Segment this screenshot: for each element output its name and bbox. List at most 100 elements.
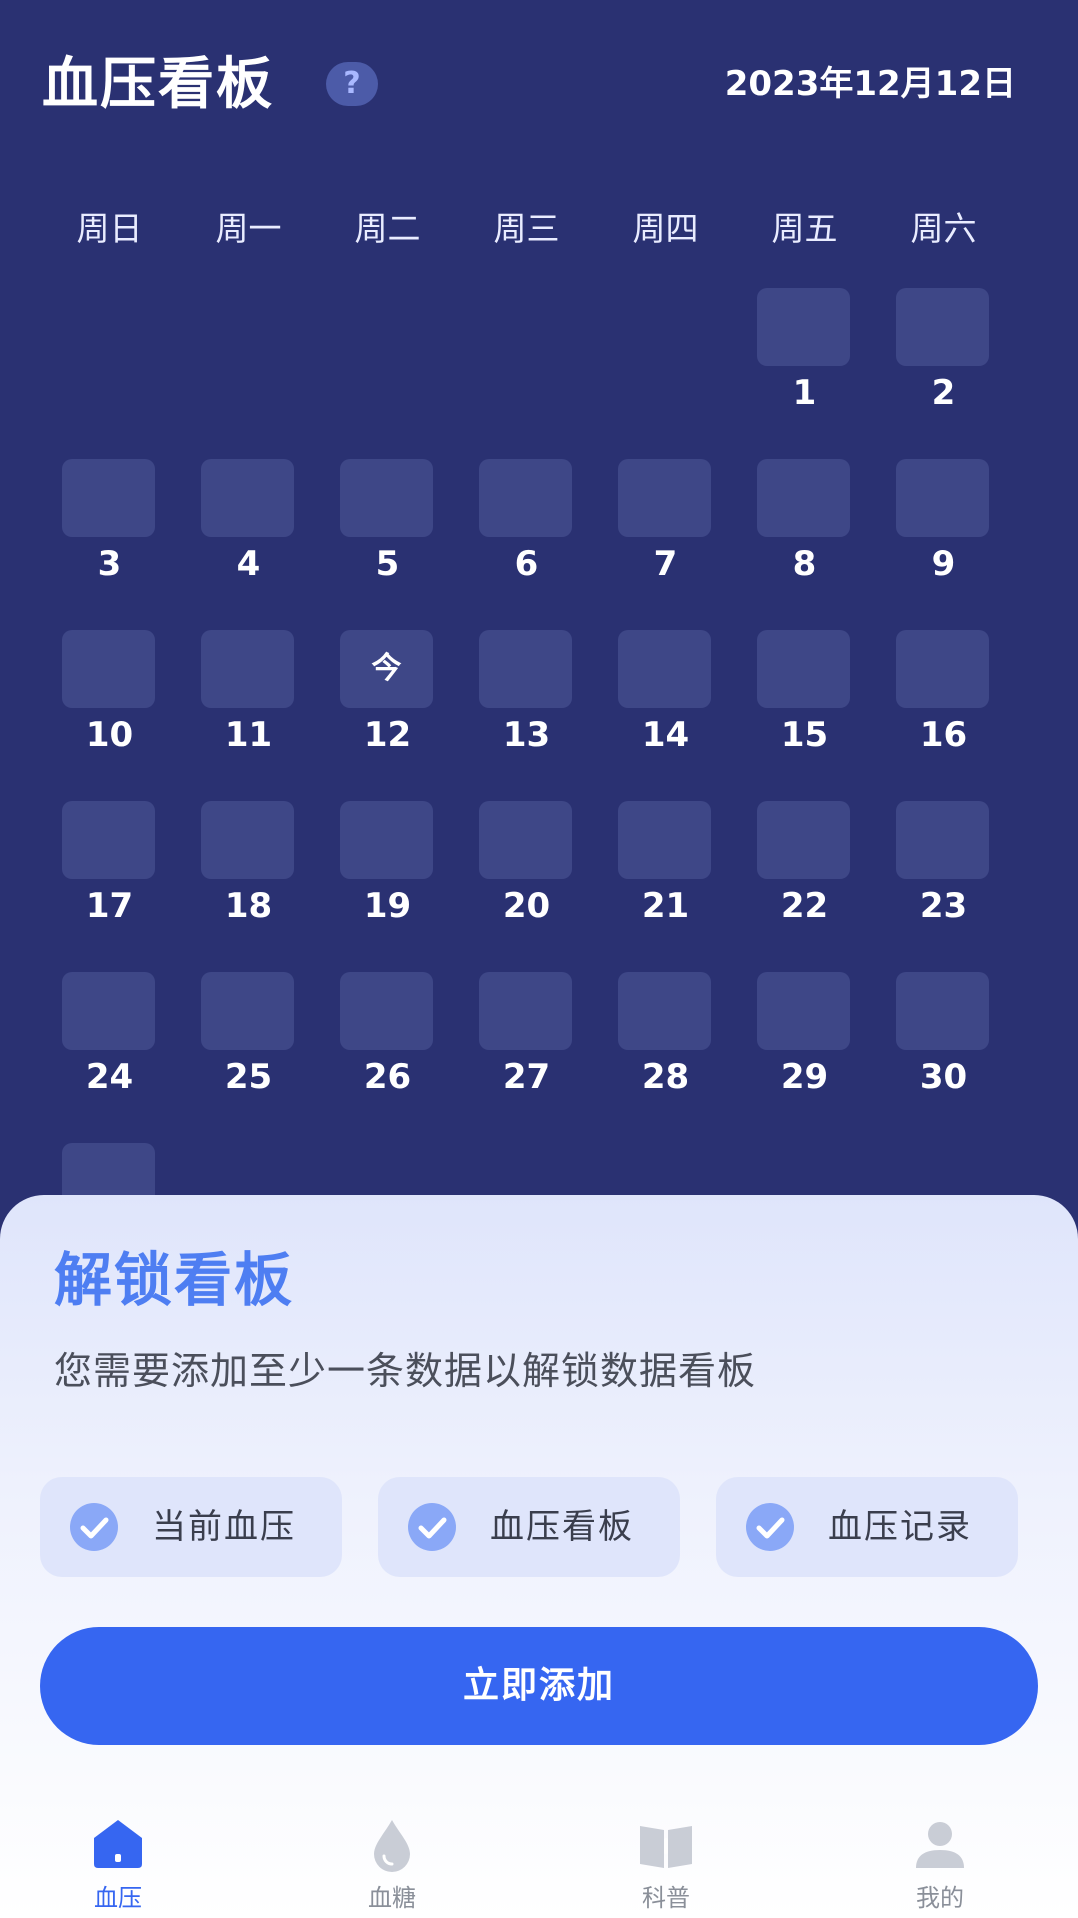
weekday-header: 周日 周一 周二 周三 周四 周五 周六 <box>40 204 1040 254</box>
tab-blood-pressure[interactable]: 血压 <box>18 1800 218 1918</box>
day-tile <box>757 459 850 537</box>
tab-mine[interactable]: 我的 <box>840 1800 1040 1918</box>
day-number: 11 <box>224 715 273 755</box>
feature-chip: 血压看板 <box>378 1477 680 1577</box>
calendar-day[interactable]: 9 <box>874 459 1013 584</box>
feature-chip: 血压记录 <box>716 1477 1018 1577</box>
calendar-day[interactable]: 2 <box>874 288 1013 413</box>
calendar-day[interactable]: 23 <box>874 801 1013 926</box>
day-number: 23 <box>919 886 968 926</box>
day-tile <box>757 801 850 879</box>
day-tile <box>757 972 850 1050</box>
calendar-day[interactable]: 8 <box>735 459 874 584</box>
tab-label: 血压 <box>94 1884 142 1912</box>
drop-icon <box>374 1820 410 1872</box>
feature-label: 血压看板 <box>490 1507 634 1547</box>
day-number: 5 <box>375 544 400 584</box>
tab-blood-sugar[interactable]: 血糖 <box>292 1800 492 1918</box>
calendar-day[interactable]: 3 <box>40 459 179 584</box>
day-number: 12 <box>363 715 412 755</box>
help-icon[interactable]: ? <box>326 62 378 106</box>
tab-label: 我的 <box>916 1884 964 1912</box>
calendar-day[interactable]: 7 <box>596 459 735 584</box>
feature-chip: 当前血压 <box>40 1477 342 1577</box>
calendar-day[interactable]: 17 <box>40 801 179 926</box>
calendar-day[interactable]: 30 <box>874 972 1013 1097</box>
day-number: 25 <box>224 1057 273 1097</box>
calendar-day[interactable]: 14 <box>596 630 735 755</box>
day-tile <box>479 972 572 1050</box>
day-tile <box>201 801 294 879</box>
day-tile <box>62 801 155 879</box>
current-date: 2023年12月12日 <box>724 64 1016 104</box>
weekday-label: 周五 <box>771 209 838 248</box>
day-tile <box>479 801 572 879</box>
weekday-label: 周六 <box>910 209 977 248</box>
day-tile <box>479 630 572 708</box>
day-number: 28 <box>641 1057 690 1097</box>
weekday-label: 周二 <box>354 209 421 248</box>
day-tile <box>618 459 711 537</box>
day-tile <box>618 972 711 1050</box>
calendar-day[interactable]: 25 <box>179 972 318 1097</box>
day-tile <box>340 459 433 537</box>
weekday-label: 周一 <box>215 209 282 248</box>
calendar-grid: 1 2 3 4 5 6 7 8 9 10 11 今 12 13 14 15 16 17 18 19 20 21 22 23 24… <box>40 288 1040 1228</box>
feature-label: 血压记录 <box>828 1507 972 1547</box>
today-marker: 今 <box>340 630 433 708</box>
user-icon <box>916 1822 964 1868</box>
day-tile <box>618 630 711 708</box>
feature-label: 当前血压 <box>152 1507 296 1547</box>
weekday-label: 周四 <box>632 209 699 248</box>
calendar-day[interactable]: 20 <box>457 801 596 926</box>
tab-science[interactable]: 科普 <box>566 1800 766 1918</box>
calendar-day[interactable]: 28 <box>596 972 735 1097</box>
day-tile <box>896 972 989 1050</box>
add-now-button[interactable]: 立即添加 <box>40 1627 1038 1745</box>
calendar-day[interactable]: 15 <box>735 630 874 755</box>
calendar-day[interactable]: 6 <box>457 459 596 584</box>
day-number: 3 <box>97 544 122 584</box>
day-number: 16 <box>919 715 968 755</box>
calendar-day[interactable]: 19 <box>318 801 457 926</box>
calendar-day[interactable]: 27 <box>457 972 596 1097</box>
calendar-day[interactable]: 18 <box>179 801 318 926</box>
calendar-day[interactable]: 29 <box>735 972 874 1097</box>
day-number: 18 <box>224 886 273 926</box>
unlock-description: 您需要添加至少一条数据以解锁数据看板 <box>54 1349 757 1393</box>
tab-label: 科普 <box>642 1884 690 1912</box>
calendar-day[interactable]: 4 <box>179 459 318 584</box>
day-tile <box>757 630 850 708</box>
day-number: 15 <box>780 715 829 755</box>
check-circle-icon <box>70 1503 118 1551</box>
check-circle-icon <box>746 1503 794 1551</box>
day-number: 17 <box>85 886 134 926</box>
calendar-day[interactable]: 21 <box>596 801 735 926</box>
day-tile <box>340 972 433 1050</box>
calendar-day[interactable]: 16 <box>874 630 1013 755</box>
day-number: 24 <box>85 1057 134 1097</box>
home-icon <box>94 1820 142 1868</box>
calendar-day[interactable]: 10 <box>40 630 179 755</box>
unlock-title: 解锁看板 <box>54 1246 295 1314</box>
page-title: 血压看板 <box>42 52 274 117</box>
calendar-day[interactable]: 22 <box>735 801 874 926</box>
day-number: 10 <box>85 715 134 755</box>
day-number: 21 <box>641 886 690 926</box>
day-tile <box>201 459 294 537</box>
calendar-day[interactable]: 5 <box>318 459 457 584</box>
day-number: 19 <box>363 886 412 926</box>
calendar-day[interactable]: 今 12 <box>318 630 457 755</box>
calendar-day[interactable]: 11 <box>179 630 318 755</box>
calendar-day[interactable]: 13 <box>457 630 596 755</box>
calendar-day[interactable]: 26 <box>318 972 457 1097</box>
calendar-day[interactable]: 24 <box>40 972 179 1097</box>
day-number: 13 <box>502 715 551 755</box>
weekday-label: 周日 <box>76 209 143 248</box>
bottom-tab-bar: 血压 血糖 科普 我的 <box>0 1800 1078 1918</box>
day-number: 8 <box>792 544 817 584</box>
check-circle-icon <box>408 1503 456 1551</box>
day-number: 26 <box>363 1057 412 1097</box>
calendar-day[interactable]: 1 <box>735 288 874 413</box>
day-tile <box>201 630 294 708</box>
